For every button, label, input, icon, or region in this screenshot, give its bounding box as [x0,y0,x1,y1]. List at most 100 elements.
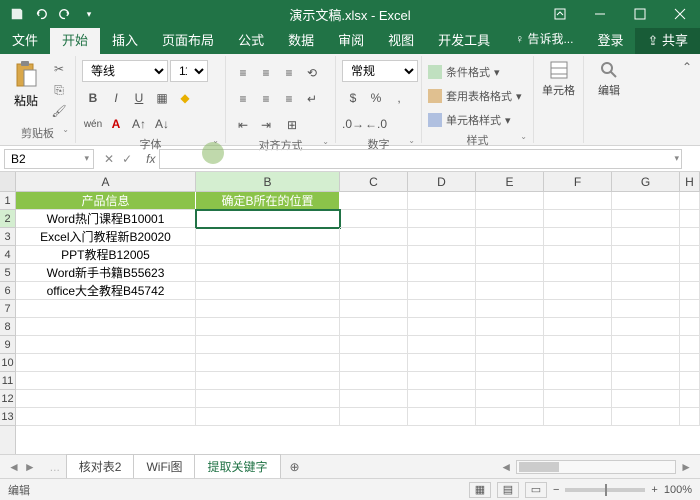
cell-A6[interactable]: office大全教程B45742 [16,282,196,300]
cell-D7[interactable] [408,300,476,318]
cell-F1[interactable] [544,192,612,210]
cell-E10[interactable] [476,354,544,372]
shrink-font-button[interactable]: A↓ [151,114,173,134]
sheet-tab-1[interactable]: 核对表2 [66,454,135,480]
cell-E9[interactable] [476,336,544,354]
col-header-H[interactable]: H [680,172,700,191]
ribbon-options-icon[interactable] [540,0,580,28]
name-box[interactable]: B2 [4,149,94,169]
paste-button[interactable]: 粘贴 [6,60,46,109]
bold-button[interactable]: B [82,88,104,108]
wrap-text-icon[interactable]: ↵ [301,89,323,109]
collapse-ribbon-icon[interactable]: ⌃ [674,56,700,143]
cell-B12[interactable] [196,390,340,408]
row-header-10[interactable]: 10 [0,354,15,372]
cell-E7[interactable] [476,300,544,318]
row-header-13[interactable]: 13 [0,408,15,426]
cell-E11[interactable] [476,372,544,390]
cell-E6[interactable] [476,282,544,300]
zoom-out-icon[interactable]: − [553,484,559,496]
qat-more-icon[interactable]: ▾ [78,3,100,25]
cell-A11[interactable] [16,372,196,390]
cell-H7[interactable] [680,300,700,318]
cell-C3[interactable] [340,228,408,246]
format-painter-icon[interactable]: 🖌 [49,102,69,120]
cell-B5[interactable] [196,264,340,282]
cells-button[interactable]: 单元格 [540,60,577,98]
cell-F12[interactable] [544,390,612,408]
cell-F7[interactable] [544,300,612,318]
cell-D2[interactable] [408,210,476,228]
tab-dev[interactable]: 开发工具 [426,26,502,54]
cell-F10[interactable] [544,354,612,372]
col-header-A[interactable]: A [16,172,196,191]
fill-color-button[interactable]: ◆ [174,88,196,108]
cell-C2[interactable] [340,210,408,228]
font-name-select[interactable]: 等线 [82,60,168,82]
cell-C8[interactable] [340,318,408,336]
view-pagebreak-icon[interactable]: ▭ [525,482,547,498]
cell-E3[interactable] [476,228,544,246]
cell-G9[interactable] [612,336,680,354]
cell-G10[interactable] [612,354,680,372]
undo-icon[interactable] [30,3,52,25]
border-button[interactable]: ▦ [151,88,173,108]
maximize-icon[interactable] [620,0,660,28]
cell-C7[interactable] [340,300,408,318]
cell-B1[interactable]: 确定B所在的位置 [196,192,340,210]
save-icon[interactable] [6,3,28,25]
expand-formula-icon[interactable]: ▾ [674,153,679,164]
edit-button[interactable]: 编辑 [590,60,628,98]
cell-D1[interactable] [408,192,476,210]
indent-increase-icon[interactable]: ⇥ [255,115,277,135]
font-size-select[interactable]: 11 [170,60,208,82]
cell-H4[interactable] [680,246,700,264]
decrease-decimal-icon[interactable]: ←.0 [365,114,387,134]
row-header-12[interactable]: 12 [0,390,15,408]
tab-layout[interactable]: 页面布局 [150,26,226,54]
cell-B8[interactable] [196,318,340,336]
cell-B7[interactable] [196,300,340,318]
align-center-icon[interactable]: ≡ [255,89,277,109]
cell-C11[interactable] [340,372,408,390]
row-header-4[interactable]: 4 [0,246,15,264]
cell-C10[interactable] [340,354,408,372]
cell-B4[interactable] [196,246,340,264]
row-header-1[interactable]: 1 [0,192,15,210]
cell-G3[interactable] [612,228,680,246]
row-header-8[interactable]: 8 [0,318,15,336]
cell-A2[interactable]: Word热门课程B10001 [16,210,196,228]
cell-G6[interactable] [612,282,680,300]
cell-B13[interactable] [196,408,340,426]
cell-H5[interactable] [680,264,700,282]
cell-H11[interactable] [680,372,700,390]
cell-H13[interactable] [680,408,700,426]
cell-G7[interactable] [612,300,680,318]
copy-icon[interactable]: ⎘ [49,81,69,99]
cell-F3[interactable] [544,228,612,246]
zoom-slider[interactable] [565,488,645,492]
cell-C1[interactable] [340,192,408,210]
row-header-11[interactable]: 11 [0,372,15,390]
cells-region[interactable]: 产品信息确定B所在的位置Word热门课程B10001Excel入门教程新B200… [16,192,700,454]
number-format-select[interactable]: 常规 [342,60,418,82]
cell-G2[interactable] [612,210,680,228]
minimize-icon[interactable] [580,0,620,28]
conditional-format-button[interactable]: 条件格式 ▾ [428,62,500,82]
tab-view[interactable]: 视图 [376,26,426,54]
sheet-tab-2[interactable]: WiFi图 [133,454,195,480]
cell-C5[interactable] [340,264,408,282]
cell-H6[interactable] [680,282,700,300]
cell-E4[interactable] [476,246,544,264]
cell-style-button[interactable]: 单元格样式 ▾ [428,110,511,130]
orientation-icon[interactable]: ⟲ [301,63,323,83]
cell-H8[interactable] [680,318,700,336]
ruby-button[interactable]: wén [82,114,104,134]
col-header-C[interactable]: C [340,172,408,191]
cell-E5[interactable] [476,264,544,282]
formula-input[interactable]: ▾ [159,149,682,169]
cell-C6[interactable] [340,282,408,300]
cell-E13[interactable] [476,408,544,426]
cell-G8[interactable] [612,318,680,336]
table-format-button[interactable]: 套用表格格式 ▾ [428,86,522,106]
